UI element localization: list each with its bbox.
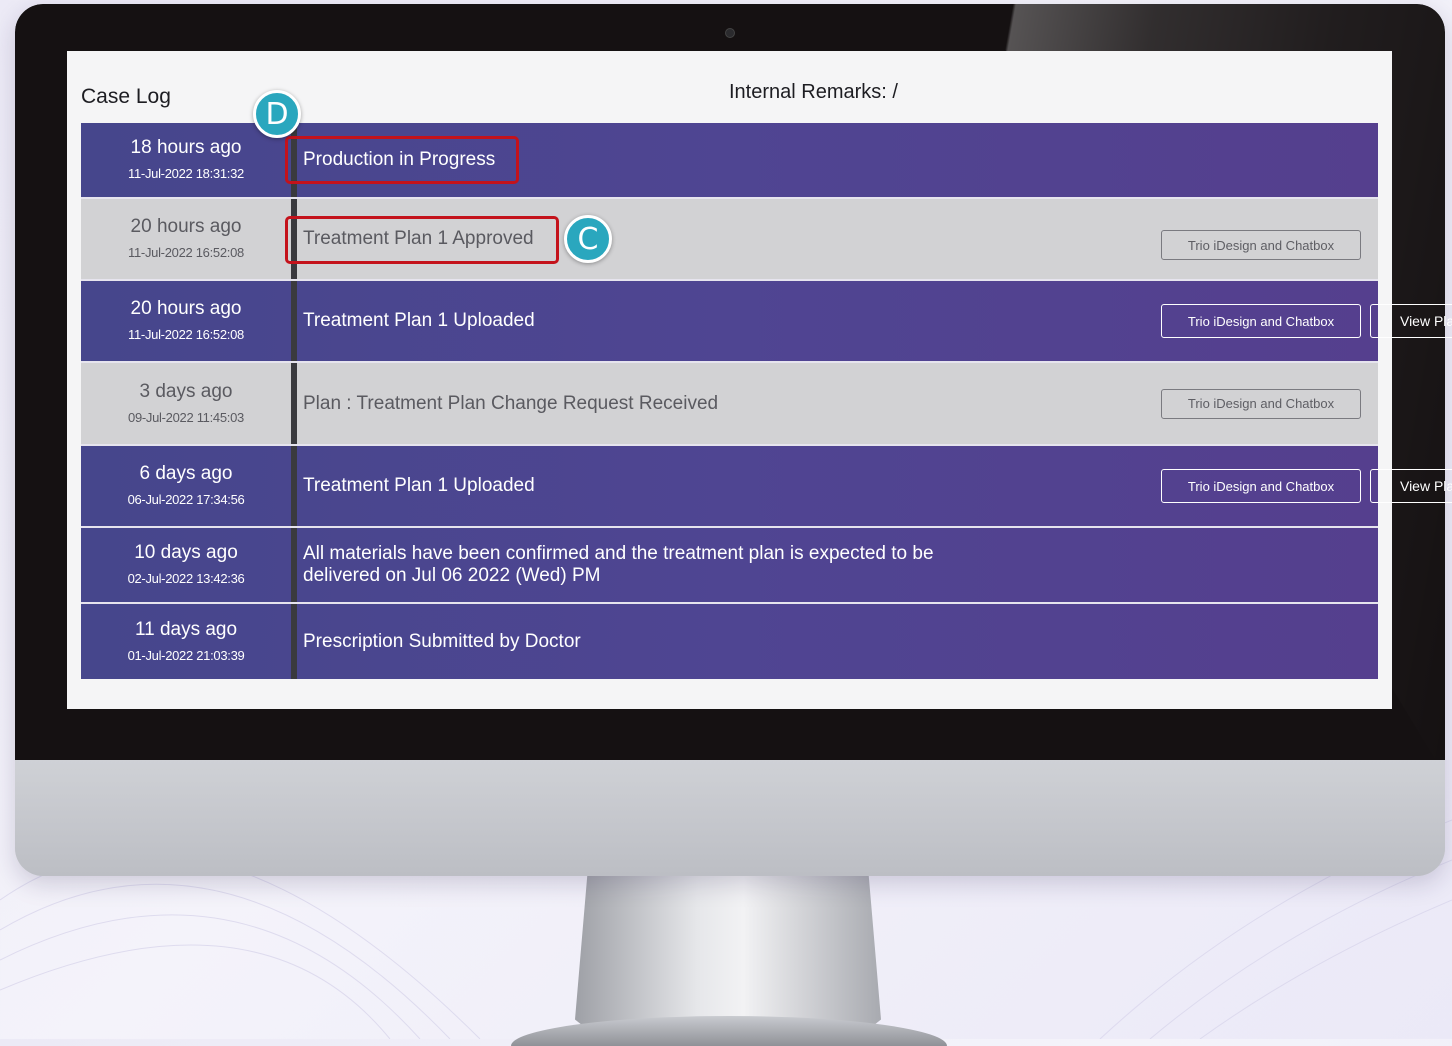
log-entry: 10 days ago 02-Jul-2022 13:42:36 All mat… [81, 528, 1378, 604]
monitor-chin [15, 760, 1445, 876]
trio-idesign-chatbox-button[interactable]: Trio iDesign and Chatbox [1161, 230, 1361, 260]
entry-message-cell: Treatment Plan 1 Uploaded Trio iDesign a… [297, 281, 1452, 361]
entry-actions: Trio iDesign and Chatbox [1161, 363, 1361, 444]
timestamp: 11-Jul-2022 18:31:32 [128, 166, 244, 181]
relative-time: 10 days ago [134, 542, 238, 563]
entry-message: All materials have been confirmed and th… [303, 543, 934, 586]
log-entry: 11 days ago 01-Jul-2022 21:03:39 Prescri… [81, 604, 1378, 679]
entry-time: 6 days ago 06-Jul-2022 17:34:56 [81, 446, 291, 526]
entry-message-cell: Production in Progress [297, 123, 1378, 197]
timestamp: 01-Jul-2022 21:03:39 [127, 647, 245, 663]
step-marker-c: C [564, 215, 612, 263]
trio-idesign-chatbox-button[interactable]: Trio iDesign and Chatbox [1161, 388, 1361, 419]
entry-message-cell: Prescription Submitted by Doctor [297, 604, 1378, 679]
log-entry: 20 hours ago 11-Jul-2022 16:52:08 Treatm… [81, 281, 1452, 363]
step-marker-d: D [253, 90, 301, 138]
entry-message-cell: Plan : Treatment Plan Change Request Rec… [297, 363, 1378, 444]
entry-time: 3 days ago 09-Jul-2022 11:45:03 [81, 363, 291, 444]
trio-idesign-chatbox-button[interactable]: Trio iDesign and Chatbox [1161, 469, 1361, 503]
relative-time: 18 hours ago [130, 137, 242, 158]
entry-time: 10 days ago 02-Jul-2022 13:42:36 [81, 528, 291, 602]
entry-time: 18 hours ago 11-Jul-2022 18:31:32 [81, 123, 291, 197]
relative-time: 3 days ago [139, 380, 233, 402]
entry-message: Plan : Treatment Plan Change Request Rec… [303, 392, 719, 414]
entry-message: Prescription Submitted by Doctor [303, 630, 581, 652]
view-plan-button[interactable]: View Plan [1370, 469, 1452, 503]
page-title: Case Log [81, 85, 171, 108]
entry-message-cell: All materials have been confirmed and th… [297, 528, 1378, 602]
relative-time: 20 hours ago [130, 216, 242, 237]
camera-icon [725, 28, 735, 38]
entry-message: Treatment Plan 1 Uploaded [303, 475, 535, 496]
timestamp: 09-Jul-2022 11:45:03 [128, 409, 244, 425]
entry-actions: Trio iDesign and Chatbox View Plan [1161, 281, 1452, 361]
entry-time: 20 hours ago 11-Jul-2022 16:52:08 [81, 281, 291, 361]
entry-actions: Trio iDesign and Chatbox View Plan [1161, 446, 1452, 526]
log-entry: 6 days ago 06-Jul-2022 17:34:56 Treatmen… [81, 446, 1452, 528]
case-log-list: 18 hours ago 11-Jul-2022 18:31:32 Produc… [81, 123, 1452, 679]
timestamp: 02-Jul-2022 13:42:36 [127, 571, 245, 586]
relative-time: 6 days ago [139, 463, 233, 484]
entry-actions: Trio iDesign and Chatbox [1161, 205, 1361, 285]
entry-message: Treatment Plan 1 Uploaded [303, 310, 535, 331]
entry-message: Treatment Plan 1 Approved [303, 228, 534, 249]
entry-message-cell: Treatment Plan 1 Uploaded Trio iDesign a… [297, 446, 1452, 526]
entry-time: 11 days ago 01-Jul-2022 21:03:39 [81, 604, 291, 679]
trio-idesign-chatbox-button[interactable]: Trio iDesign and Chatbox [1161, 304, 1361, 338]
relative-time: 11 days ago [134, 618, 238, 640]
log-entry: 3 days ago 09-Jul-2022 11:45:03 Plan : T… [81, 363, 1378, 446]
relative-time: 20 hours ago [130, 298, 242, 319]
view-plan-button[interactable]: View Plan [1370, 304, 1452, 338]
entry-message-cell: Treatment Plan 1 Approved Trio iDesign a… [297, 199, 1378, 279]
timestamp: 11-Jul-2022 16:52:08 [128, 327, 244, 342]
monitor-stand [575, 876, 881, 1039]
entry-message: Production in Progress [303, 149, 496, 170]
timestamp: 06-Jul-2022 17:34:56 [127, 492, 245, 507]
log-entry: 20 hours ago 11-Jul-2022 16:52:08 Treatm… [81, 199, 1378, 281]
entry-time: 20 hours ago 11-Jul-2022 16:52:08 [81, 199, 291, 279]
screen: Case Log Internal Remarks: / 18 hours ag… [67, 51, 1452, 709]
internal-remarks: Internal Remarks: / [729, 81, 898, 103]
timestamp: 11-Jul-2022 16:52:08 [128, 245, 244, 260]
